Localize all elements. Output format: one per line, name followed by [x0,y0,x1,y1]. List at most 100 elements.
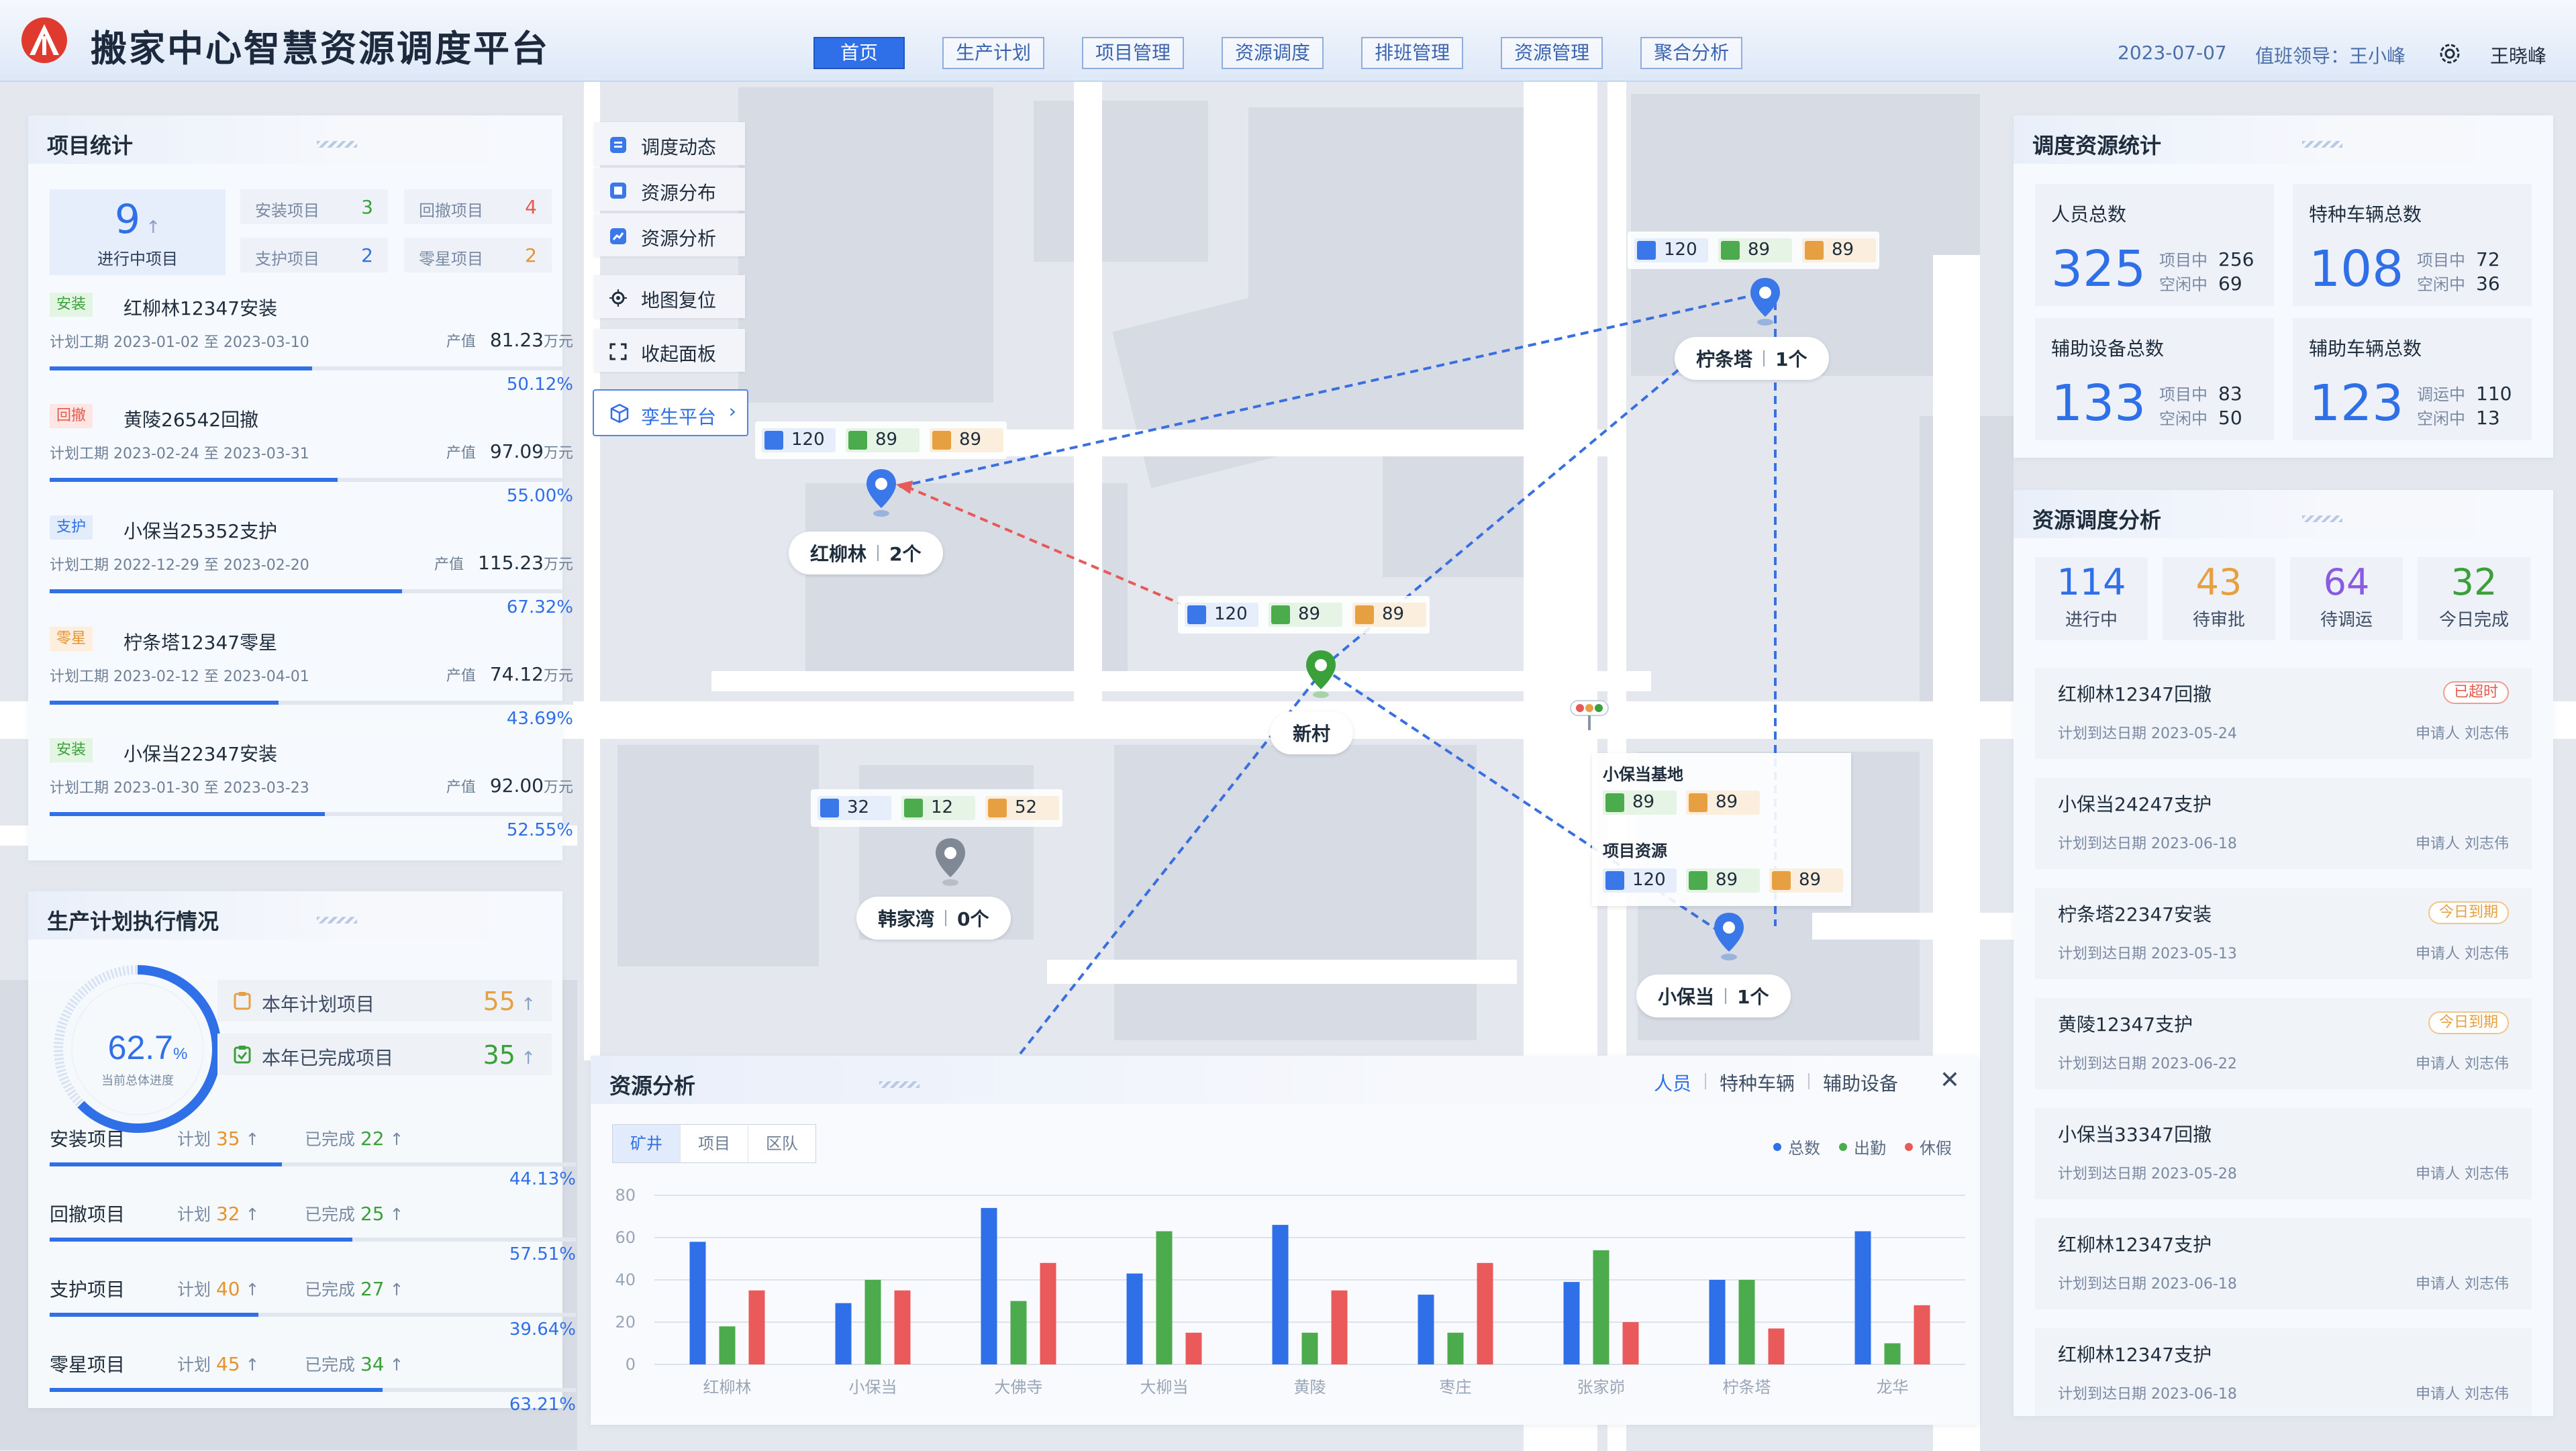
digital-twin-button[interactable]: 孪生平台 › [593,389,748,436]
bar-attendance[interactable] [1156,1231,1173,1364]
map-pin-icon[interactable] [1302,648,1340,701]
dispatch-request-item[interactable]: 柠条塔22347安装 计划到达日期 2023-05-13 申请人 刘志伟 今日到期 [2035,888,2532,979]
bar-total[interactable] [981,1207,997,1364]
equipment-chip[interactable]: 89 [1352,603,1426,627]
aux-equipment-total-card[interactable]: 辅助设备总数 133 项目中 83 空闲中 50 [2035,318,2274,440]
dispatch-request-item[interactable]: 小保当24247支护 计划到达日期 2023-06-18 申请人 刘志伟 [2035,778,2532,869]
legend-item-attendance[interactable]: 出勤 [1839,1135,1886,1158]
plan-item[interactable]: 安装项目 计划 35 ↑ 已完成 22 ↑ 44.13% [50,1125,576,1192]
nav-production-plan[interactable]: 生产计划 [942,37,1045,69]
site-label-xiaobaodang[interactable]: 小保当 1个 [1636,974,1791,1017]
bar-leave[interactable] [748,1290,765,1364]
dispatch-request-item[interactable]: 红柳林12347支护 计划到达日期 2023-06-18 申请人 刘志伟 [2035,1218,2532,1309]
bar-leave[interactable] [1914,1305,1930,1364]
plan-item[interactable]: 回撤项目 计划 32 ↑ 已完成 25 ↑ 57.51% [50,1200,576,1267]
bar-leave[interactable] [1040,1262,1056,1364]
equipment-chip[interactable]: 89 [1769,868,1843,893]
personnel-chip[interactable]: 120 [762,428,836,452]
map-menu-resource-analysis[interactable]: 资源分析 [594,213,745,256]
bar-attendance[interactable] [864,1280,881,1364]
map-pin-icon[interactable] [862,466,900,520]
site-label-xincun[interactable]: 新村 [1270,711,1354,754]
bar-total[interactable] [1563,1282,1580,1364]
retract-projects-kpi[interactable]: 回撤项目 4 [404,189,552,224]
map-reset-button[interactable]: 地图复位 [594,275,745,318]
bar-total[interactable] [689,1242,706,1364]
bar-leave[interactable] [1768,1328,1785,1364]
tab-auxiliary-equipment[interactable]: 辅助设备 [1823,1069,1898,1096]
bar-total[interactable] [1854,1231,1871,1364]
dispatch-request-item[interactable]: 黄陵12347支护 计划到达日期 2023-06-22 申请人 刘志伟 今日到期 [2035,998,2532,1089]
personnel-chip[interactable]: 32 [818,796,891,820]
aux-vehicle-total-card[interactable]: 辅助车辆总数 123 调运中 110 空闲中 13 [2293,318,2532,440]
bar-attendance[interactable] [1301,1332,1318,1364]
stat-pending-transport[interactable]: 64 待调运 [2290,557,2403,640]
vehicle-chip[interactable]: 12 [901,796,975,820]
bar-attendance[interactable] [1884,1343,1901,1365]
tab-personnel[interactable]: 人员 [1654,1069,1691,1096]
segment-mine[interactable]: 矿井 [613,1125,681,1162]
site-label-ningtiaota[interactable]: 柠条塔 1个 [1675,337,1829,380]
bar-total[interactable] [1272,1225,1289,1364]
vehicle-chip[interactable]: 89 [1269,603,1342,627]
special-vehicle-total-card[interactable]: 特种车辆总数 108 项目中 72 空闲中 36 [2293,184,2532,306]
nav-shift-management[interactable]: 排班管理 [1361,37,1464,69]
annual-completed-row[interactable]: 本年已完成项目 35 ↑ [217,1034,552,1075]
site-label-hanjiawan[interactable]: 韩家湾 0个 [856,897,1011,940]
map-pin-icon[interactable] [1746,275,1784,329]
project-item[interactable]: 支护 小保当25352支护 计划工期 2022-12-29 至 2023-02-20… [50,515,573,627]
bar-total[interactable] [1126,1273,1143,1364]
equipment-chip[interactable]: 52 [985,796,1059,820]
gear-icon[interactable] [2436,40,2463,67]
map-pin-icon[interactable] [1710,910,1748,964]
vehicle-chip[interactable]: 89 [1603,791,1677,815]
bar-attendance[interactable] [1010,1301,1027,1365]
nav-aggregate-analysis[interactable]: 聚合分析 [1640,37,1743,69]
dispatch-request-item[interactable]: 红柳林12347回撤 计划到达日期 2023-05-24 申请人 刘志伟 已超时 [2035,668,2532,759]
bar-leave[interactable] [894,1290,911,1364]
bar-attendance[interactable] [719,1326,736,1364]
bar-total[interactable] [835,1303,852,1364]
tab-special-vehicles[interactable]: 特种车辆 [1720,1069,1795,1096]
personnel-chip[interactable]: 120 [1634,238,1708,262]
bar-attendance[interactable] [1738,1280,1755,1364]
vehicle-chip[interactable]: 89 [846,428,920,452]
nav-resource-management[interactable]: 资源管理 [1501,37,1603,69]
user-name[interactable]: 王晓峰 [2490,42,2546,68]
bar-leave[interactable] [1477,1262,1493,1364]
bar-attendance[interactable] [1447,1332,1464,1364]
ongoing-projects-kpi[interactable]: 9 ↑ 进行中项目 [50,189,226,275]
vehicle-chip[interactable]: 89 [1686,868,1760,893]
project-item[interactable]: 安装 红柳林12347安装 计划工期 2023-01-02 至 2023-03-10… [50,293,573,404]
plan-item[interactable]: 零星项目 计划 45 ↑ 已完成 34 ↑ 63.21% [50,1350,576,1417]
stat-pending-approval[interactable]: 43 待审批 [2163,557,2275,640]
bar-leave[interactable] [1622,1322,1639,1364]
xiaobaodang-info-card[interactable]: 小保当基地 89 89 项目资源 120 89 89 [1592,753,1851,906]
bar-attendance[interactable] [1593,1250,1609,1364]
misc-projects-kpi[interactable]: 零星项目 2 [404,238,552,272]
plan-item[interactable]: 支护项目 计划 40 ↑ 已完成 27 ↑ 39.64% [50,1275,576,1342]
equipment-chip[interactable]: 89 [1686,791,1760,815]
nav-home[interactable]: 首页 [813,37,905,69]
collapse-panels-button[interactable]: 收起面板 [594,329,745,372]
bar-total[interactable] [1709,1280,1726,1364]
equipment-chip[interactable]: 89 [930,428,1003,452]
site-label-hongliulin[interactable]: 红柳林 2个 [789,532,943,574]
stat-in-progress[interactable]: 114 进行中 [2035,557,2148,640]
vehicle-chip[interactable]: 89 [1718,238,1792,262]
legend-item-leave[interactable]: 休假 [1905,1135,1952,1158]
nav-project-management[interactable]: 项目管理 [1082,37,1185,69]
close-icon[interactable]: ✕ [1940,1066,1960,1094]
project-item[interactable]: 零星 柠条塔12347零星 计划工期 2023-02-12 至 2023-04-01… [50,627,573,738]
map-pin-icon[interactable] [932,836,969,889]
stat-completed-today[interactable]: 32 今日完成 [2418,557,2530,640]
bar-total[interactable] [1418,1295,1434,1364]
legend-item-total[interactable]: 总数 [1773,1135,1820,1158]
personnel-total-card[interactable]: 人员总数 325 项目中 256 空闲中 69 [2035,184,2274,306]
bar-leave[interactable] [1185,1332,1202,1364]
nav-resource-dispatch[interactable]: 资源调度 [1222,37,1324,69]
support-projects-kpi[interactable]: 支护项目 2 [240,238,388,272]
install-projects-kpi[interactable]: 安装项目 3 [240,189,388,224]
map-menu-resource-distribution[interactable]: 资源分布 [594,168,745,211]
project-item[interactable]: 回撤 黄陵26542回撤 计划工期 2023-02-24 至 2023-03-31 产… [50,404,573,515]
